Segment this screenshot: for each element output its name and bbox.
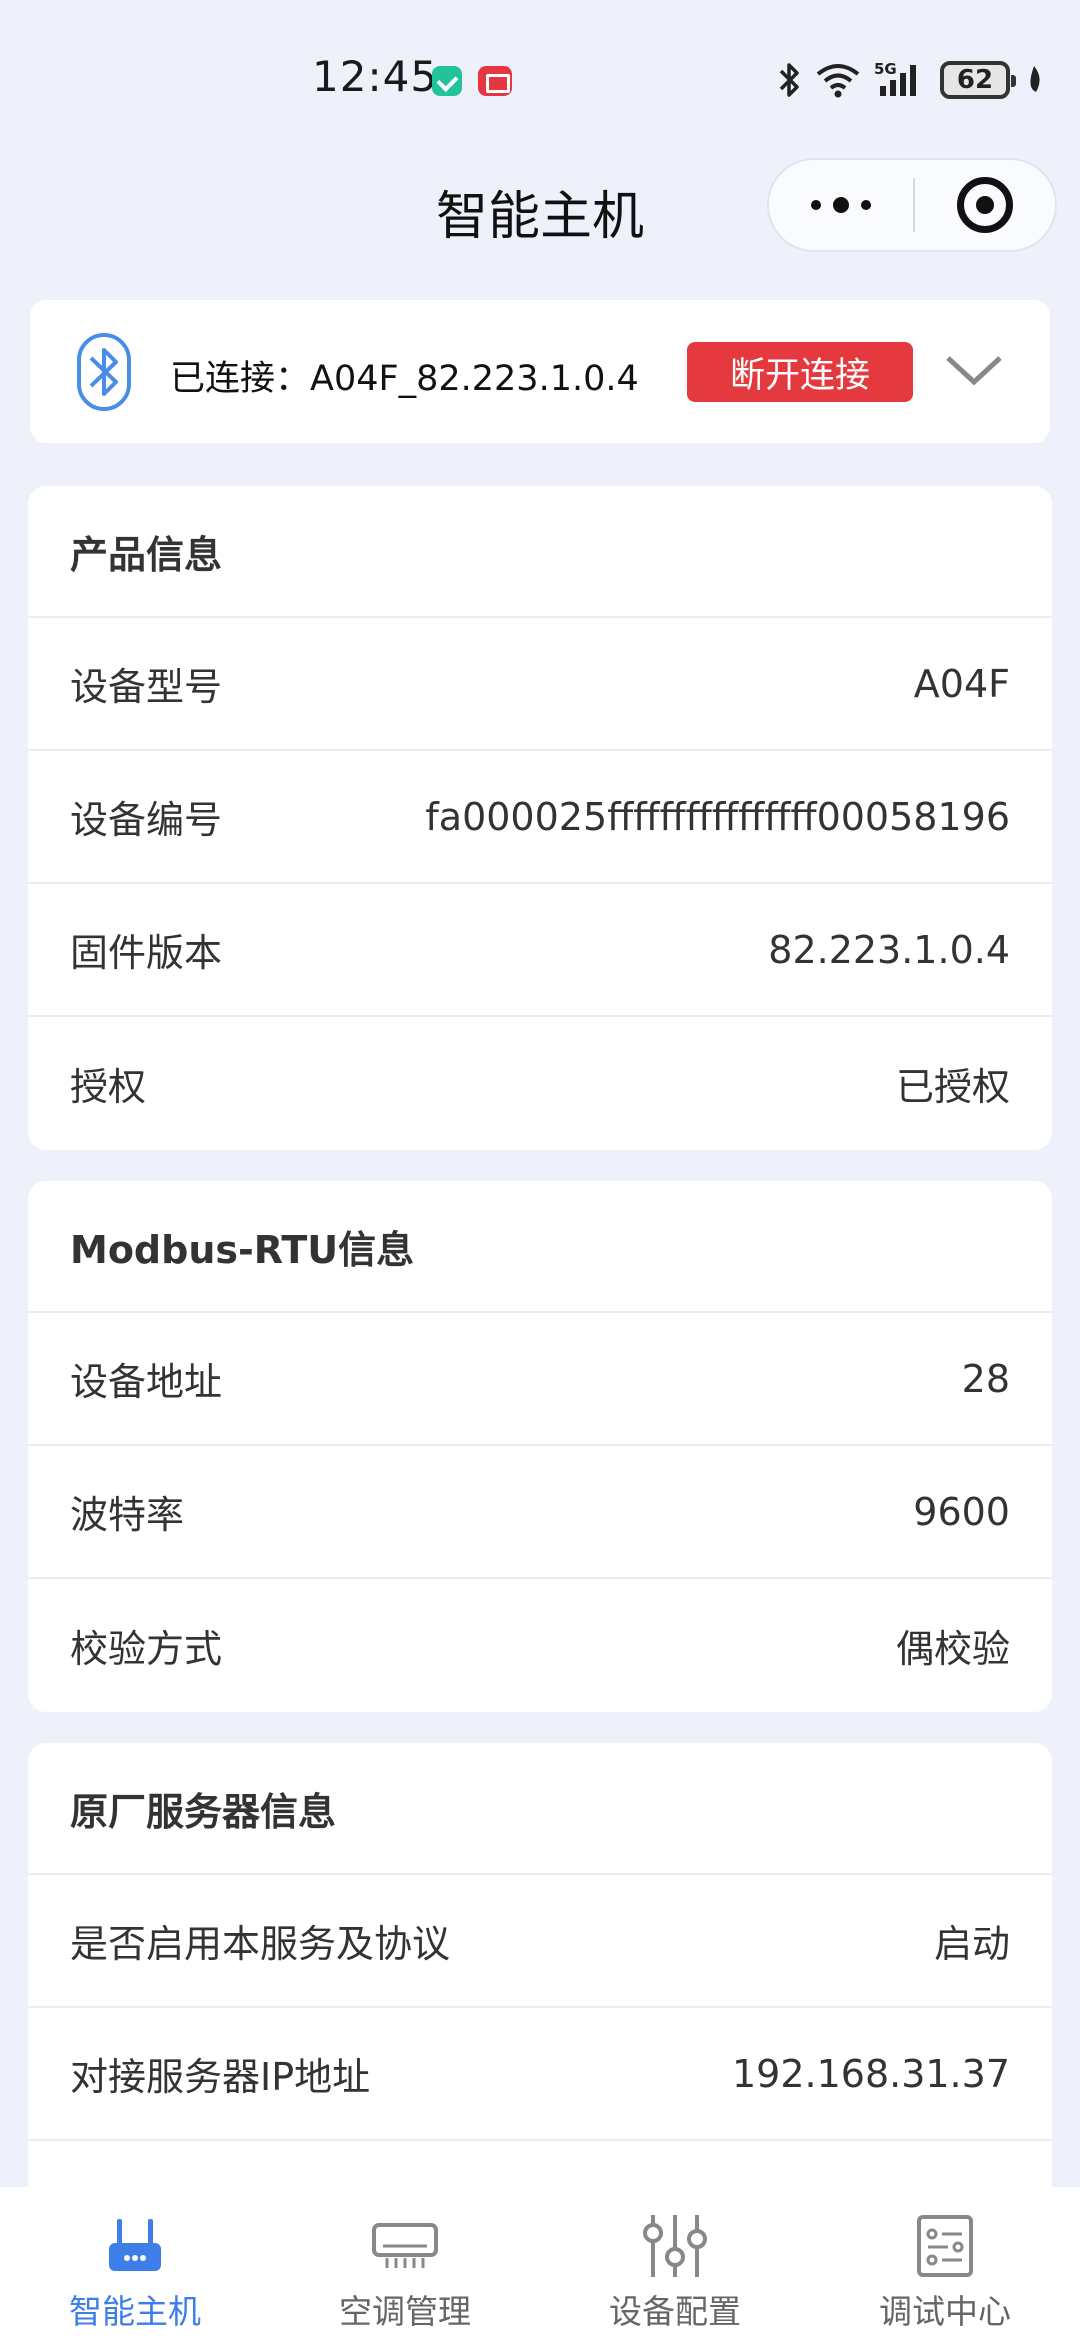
- row-value: 启动: [933, 1922, 1010, 1966]
- row-label: 设备编号: [70, 798, 223, 842]
- info-row: 设备型号 A04F: [28, 618, 1052, 751]
- bluetooth-icon: [76, 332, 132, 416]
- row-value: fa000025ffffffffffffffff00058196: [425, 794, 1010, 839]
- row-label: 对接服务器IP地址: [70, 2055, 371, 2099]
- tab-label: 空调管理: [339, 2292, 471, 2331]
- row-label: 设备地址: [70, 1360, 223, 1404]
- tab-device-config[interactable]: 设备配置: [540, 2187, 810, 2340]
- modbus-info-card: Modbus-RTU信息 设备地址 28 波特率 9600 校验方式 偶校验: [28, 1181, 1052, 1712]
- row-value: 192.168.31.37: [731, 2051, 1010, 2096]
- row-label: 是否启用本服务及协议: [70, 1922, 451, 1966]
- connection-status: 已连接：A04F_82.223.1.0.4: [170, 359, 639, 399]
- sliders-icon: [641, 2213, 709, 2279]
- row-label: 设备型号: [70, 665, 223, 709]
- row-value: 9600: [913, 1489, 1010, 1534]
- disconnect-button[interactable]: 断开连接: [687, 342, 913, 402]
- row-value: A04F: [913, 661, 1010, 706]
- info-row: 固件版本 82.223.1.0.4: [28, 884, 1052, 1017]
- info-row: 设备地址 28: [28, 1313, 1052, 1446]
- row-value: 28: [961, 1356, 1010, 1401]
- row-label: 波特率: [70, 1493, 185, 1537]
- info-row: 是否启用本服务及协议 启动: [28, 1875, 1052, 2008]
- tab-smart-host[interactable]: 智能主机: [0, 2187, 270, 2340]
- card-title: 产品信息: [28, 486, 1052, 618]
- title-bar: 智能主机: [0, 140, 1080, 270]
- tab-ac-management[interactable]: 空调管理: [270, 2187, 540, 2340]
- card-title: Modbus-RTU信息: [28, 1181, 1052, 1313]
- chevron-down-icon[interactable]: [942, 340, 1006, 408]
- target-icon: [957, 177, 1013, 233]
- svg-text:5G: 5G: [874, 60, 897, 78]
- tab-label: 智能主机: [69, 2292, 201, 2331]
- bluetooth-status-icon: [778, 60, 802, 100]
- tab-debug-center[interactable]: 调试中心: [810, 2187, 1080, 2340]
- book-app-icon: [478, 66, 512, 96]
- leaf-icon: [1024, 64, 1044, 96]
- connection-card: 已连接：A04F_82.223.1.0.4 断开连接: [30, 300, 1050, 443]
- row-value: 已授权: [895, 1065, 1010, 1109]
- server-info-card: 原厂服务器信息 是否启用本服务及协议 启动 对接服务器IP地址 192.168.…: [28, 1743, 1052, 2187]
- info-row: 对接服务器IP地址 192.168.31.37: [28, 2008, 1052, 2141]
- info-row: 校验方式 偶校验: [28, 1579, 1052, 1712]
- battery-icon: 62: [940, 61, 1016, 99]
- checklist-icon: [916, 2213, 974, 2279]
- card-title: 原厂服务器信息: [28, 1743, 1052, 1875]
- tab-label: 设备配置: [609, 2292, 741, 2331]
- tab-label: 调试中心: [879, 2292, 1011, 2331]
- wifi-icon: [816, 62, 860, 98]
- mini-program-capsule: [767, 158, 1057, 252]
- air-conditioner-icon: [371, 2213, 439, 2279]
- status-bar: 12:45 5G 62: [0, 0, 1080, 140]
- shield-app-icon: [432, 66, 462, 96]
- info-row: 波特率 9600: [28, 1446, 1052, 1579]
- router-icon: [107, 2213, 163, 2279]
- product-info-card: 产品信息 设备型号 A04F 设备编号 fa000025ffffffffffff…: [28, 486, 1052, 1150]
- row-label: 授权: [70, 1065, 147, 1109]
- row-value: 偶校验: [895, 1627, 1010, 1671]
- more-options-button[interactable]: [769, 160, 913, 250]
- close-mini-program-button[interactable]: [915, 177, 1055, 233]
- row-value: 82.223.1.0.4: [768, 927, 1010, 972]
- info-row: 设备编号 fa000025ffffffffffffffff00058196: [28, 751, 1052, 884]
- signal-5g-icon: 5G: [874, 60, 926, 100]
- status-time: 12:45: [312, 52, 439, 101]
- status-indicators: 5G 62: [778, 58, 1044, 102]
- row-label: 固件版本: [70, 931, 223, 975]
- bottom-tab-bar: 智能主机 空调管理 设备配置 调试中心: [0, 2187, 1080, 2340]
- info-row: 授权 已授权: [28, 1017, 1052, 1150]
- row-label: 校验方式: [70, 1627, 223, 1671]
